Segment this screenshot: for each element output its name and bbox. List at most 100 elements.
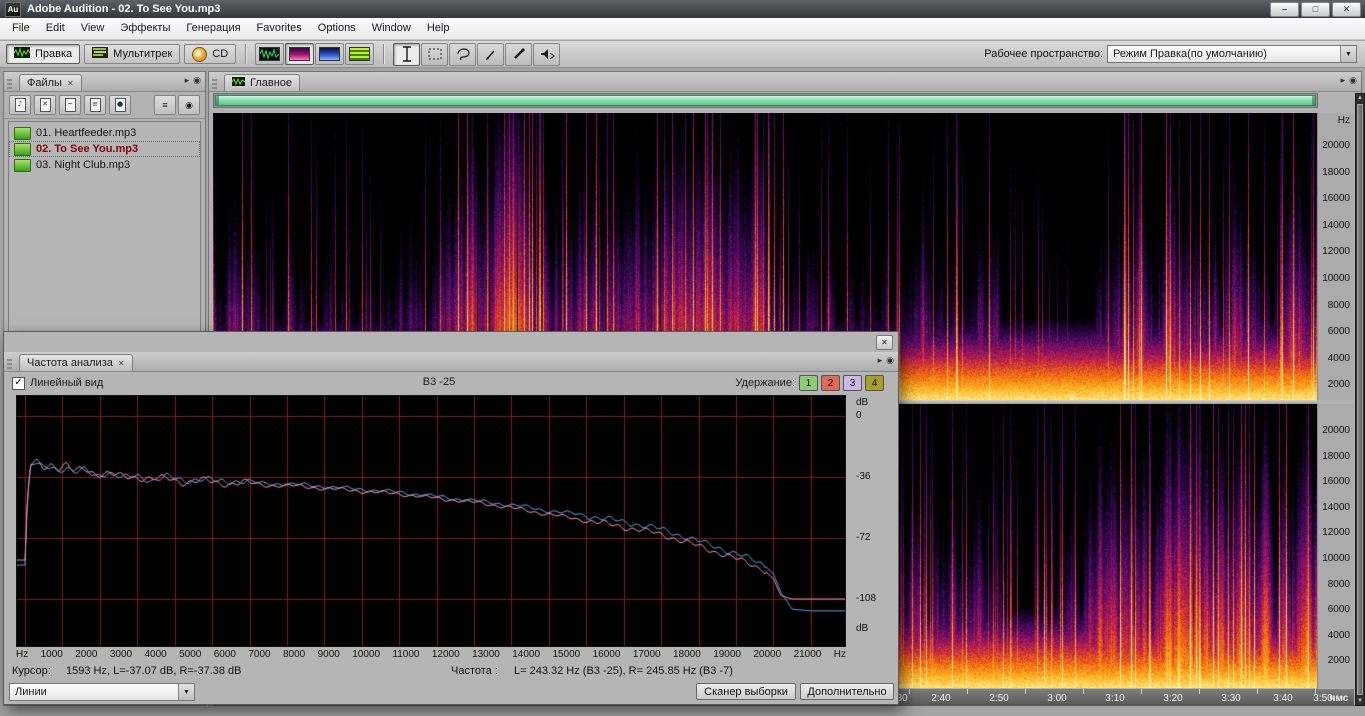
menu-item-2[interactable]: View bbox=[73, 18, 113, 39]
analysis-plot[interactable] bbox=[17, 396, 845, 646]
import-file-button[interactable]: ♪ bbox=[9, 95, 31, 115]
linear-view-checkbox[interactable]: ✓ bbox=[12, 376, 25, 390]
panel-flyout-icon[interactable]: ▸ bbox=[185, 76, 190, 85]
x-axis-tick: 5000 bbox=[179, 649, 202, 660]
display-mode-arrow-icon[interactable]: ▼ bbox=[178, 684, 194, 700]
menu-item-0[interactable]: File bbox=[4, 18, 38, 39]
title-bar[interactable]: Au Adobe Audition - 02. To See You.mp3 –… bbox=[0, 0, 1365, 18]
hold-button-1[interactable]: 1 bbox=[799, 375, 818, 391]
spectral-phase-view-button[interactable] bbox=[345, 43, 375, 65]
time-selection-tool-icon bbox=[402, 46, 411, 62]
hold-label: Удержание: bbox=[735, 377, 795, 389]
spot-healing-tool-button[interactable] bbox=[505, 42, 533, 66]
x-axis-tick: Hz bbox=[833, 649, 846, 660]
menu-item-8[interactable]: Help bbox=[419, 18, 458, 39]
analysis-header[interactable]: Частота анализа ✕ ▸ ◉ bbox=[4, 352, 898, 372]
spectral-frequency-view-button[interactable] bbox=[285, 43, 315, 65]
file-item-1[interactable]: 02. To See You.mp3 bbox=[9, 141, 200, 157]
panel-flyout-icon[interactable]: ▸ bbox=[878, 356, 883, 365]
workspace-dropdown-arrow-icon[interactable]: ▼ bbox=[1340, 46, 1356, 62]
x-axis-tick: 20000 bbox=[753, 649, 782, 660]
panel-menu-icon[interactable]: ◉ bbox=[1349, 76, 1357, 85]
panel-flyout-icon[interactable]: ▸ bbox=[1341, 76, 1346, 85]
audio-file-icon bbox=[14, 126, 31, 140]
linear-view-label: Линейный вид bbox=[30, 377, 104, 389]
panel-grip[interactable] bbox=[7, 78, 12, 89]
freq-ruler-bottom[interactable]: 20000 18000 16000 14000 12000 10000 8000 6000 40… bbox=[1317, 404, 1354, 688]
freq-tick-label: 16000 bbox=[1322, 193, 1350, 204]
files-tab[interactable]: Файлы ✕ bbox=[19, 74, 82, 91]
menu-item-7[interactable]: Window bbox=[364, 18, 419, 39]
app-icon: Au bbox=[5, 1, 21, 17]
menu-item-3[interactable]: Эффекты bbox=[112, 18, 178, 39]
files-tab-close-icon[interactable]: ✕ bbox=[67, 79, 74, 88]
range-bar[interactable] bbox=[215, 95, 1316, 106]
close-button[interactable]: ✕ bbox=[1332, 2, 1361, 17]
analysis-window-close-button[interactable]: ✕ bbox=[876, 335, 893, 350]
x-axis-tick: 15000 bbox=[552, 649, 581, 660]
workspace-dropdown[interactable]: Режим Правка(по умолчанию) ▼ bbox=[1107, 45, 1357, 63]
file-item-2[interactable]: 03. Night Club.mp3 bbox=[9, 157, 200, 173]
maximize-button[interactable]: □ bbox=[1301, 2, 1330, 17]
frequency-analysis-window[interactable]: ✕ Частота анализа ✕ ▸ ◉ ✓ Линейный вид B… bbox=[3, 331, 899, 705]
audio-file-icon bbox=[14, 142, 31, 156]
waveform-view-button[interactable] bbox=[255, 43, 285, 65]
edit-file-button[interactable]: ~ bbox=[59, 95, 81, 115]
x-axis-tick: 8000 bbox=[282, 649, 306, 660]
frequency-readout: L= 243.32 Hz (B3 -25), R= 245.85 Hz (B3 … bbox=[514, 665, 733, 677]
hold-button-2[interactable]: 2 bbox=[821, 375, 840, 391]
effects-paintbrush-tool-button[interactable] bbox=[477, 42, 505, 66]
panel-menu-icon[interactable]: ◉ bbox=[193, 76, 201, 85]
spectral-pan-view-icon bbox=[319, 47, 341, 61]
multitrack-button[interactable]: Мультитрек bbox=[84, 44, 181, 64]
range-track[interactable] bbox=[213, 93, 1318, 108]
scroll-down-icon[interactable]: ▼ bbox=[1356, 698, 1364, 704]
hold-button-3[interactable]: 3 bbox=[843, 375, 862, 391]
multitrack-icon bbox=[92, 47, 109, 61]
cd-button[interactable]: CD bbox=[184, 44, 237, 64]
files-panel-header[interactable]: Файлы ✕ ▸ ◉ bbox=[4, 72, 205, 92]
x-axis-tick: 6000 bbox=[213, 649, 236, 660]
panel-grip[interactable] bbox=[212, 78, 217, 89]
scan-selection-button[interactable]: Сканер выборки bbox=[696, 683, 796, 700]
panel-grip[interactable] bbox=[7, 358, 12, 369]
freq-tick-label: 4000 bbox=[1327, 630, 1350, 641]
insert-into-multitrack-button[interactable]: ≡ bbox=[84, 95, 106, 115]
marquee-selection-tool-icon bbox=[428, 48, 442, 60]
close-file-button[interactable]: ✕ bbox=[34, 95, 56, 115]
freq-tick-label: 14000 bbox=[1322, 502, 1350, 513]
main-tab-label: Главное bbox=[250, 77, 293, 89]
freq-ruler-top[interactable]: Hz 20000 18000 16000 14000 12000 10000 8000 6000… bbox=[1317, 113, 1354, 400]
files-panel-buttons: ▸ ◉ bbox=[185, 76, 201, 85]
scrollbar-thumb[interactable] bbox=[1357, 104, 1363, 695]
edit-file-icon: ~ bbox=[64, 98, 76, 112]
edit-view-label: Правка bbox=[35, 48, 73, 60]
vertical-scrollbar[interactable]: ▲ ▼ bbox=[1355, 93, 1365, 706]
main-tab[interactable]: Главное bbox=[224, 74, 301, 91]
advanced-button[interactable]: Дополнительно bbox=[800, 683, 894, 700]
lasso-selection-tool-button[interactable] bbox=[449, 42, 477, 66]
marquee-selection-tool-button[interactable] bbox=[421, 42, 449, 66]
hold-button-4[interactable]: 4 bbox=[865, 375, 884, 391]
scroll-up-icon[interactable]: ▲ bbox=[1356, 95, 1364, 101]
files-show-button[interactable]: ◉ bbox=[178, 95, 200, 115]
main-panel-header[interactable]: Главное ▸ ◉ bbox=[209, 72, 1361, 92]
insert-into-cd-button[interactable]: ● bbox=[109, 95, 131, 115]
analysis-y-axis: dB 0 -36 -72 -108 dB bbox=[852, 395, 896, 647]
minimize-button[interactable]: – bbox=[1270, 2, 1299, 17]
panel-menu-icon[interactable]: ◉ bbox=[886, 356, 894, 365]
files-options-button[interactable]: ≡ bbox=[154, 95, 176, 115]
analysis-tab[interactable]: Частота анализа ✕ bbox=[19, 354, 133, 371]
time-selection-tool-button[interactable] bbox=[393, 42, 421, 66]
menu-item-6[interactable]: Options bbox=[310, 18, 364, 39]
spectral-pan-view-button[interactable] bbox=[315, 43, 345, 65]
analysis-tab-close-icon[interactable]: ✕ bbox=[118, 359, 125, 368]
x-axis-tick: 4000 bbox=[144, 649, 167, 660]
file-item-0[interactable]: 01. Heartfeeder.mp3 bbox=[9, 125, 200, 141]
menu-item-4[interactable]: Генерация bbox=[178, 18, 248, 39]
display-mode-dropdown[interactable]: Линии ▼ bbox=[9, 683, 195, 701]
menu-item-1[interactable]: Edit bbox=[38, 18, 73, 39]
scrub-tool-button[interactable] bbox=[533, 42, 561, 66]
menu-item-5[interactable]: Favorites bbox=[249, 18, 310, 39]
edit-view-button[interactable]: Правка bbox=[6, 44, 81, 64]
